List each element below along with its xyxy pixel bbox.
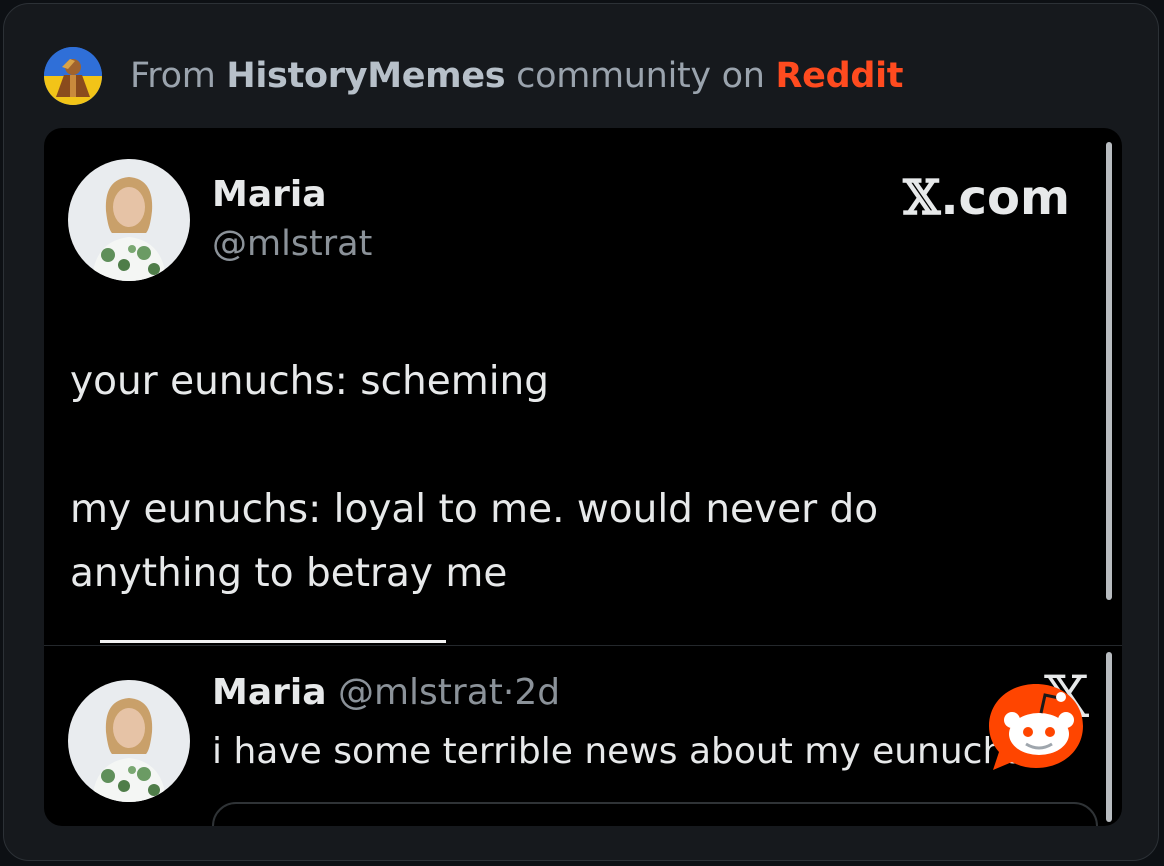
quoted-tweet-text: i have some terrible news about my eunuc… <box>212 731 1025 772</box>
quoted-profile-avatar[interactable] <box>68 680 190 802</box>
embedded-tweet-card[interactable]: Maria @mlstrat 𝕏.com your eunuchs: schem… <box>44 128 1122 826</box>
x-logo-suffix: .com <box>940 170 1070 226</box>
tweet-scrollbar[interactable] <box>1106 142 1112 600</box>
quoted-timestamp[interactable]: 2d <box>514 672 560 713</box>
tweet-text: your eunuchs: scheming my eunuchs: loyal… <box>70 359 879 596</box>
meta-separator: · <box>502 672 515 713</box>
reddit-embed-frame: From HistoryMemes community on Reddit Ma… <box>3 3 1159 861</box>
community-avatar-icon[interactable] <box>44 47 102 105</box>
profile-avatar[interactable] <box>68 159 190 281</box>
quoted-scrollbar[interactable] <box>1106 652 1112 822</box>
author-handle[interactable]: @mlstrat <box>212 224 372 264</box>
tab-indicator <box>100 640 446 643</box>
quoted-author-handle[interactable]: @mlstrat <box>338 672 503 713</box>
source-attribution: From HistoryMemes community on Reddit <box>130 56 904 96</box>
x-logo-icon: 𝕏 <box>903 170 941 226</box>
community-link[interactable]: HistoryMemes <box>226 56 505 96</box>
quoted-author-name[interactable]: Maria <box>212 672 327 713</box>
x-com-logo[interactable]: 𝕏.com <box>903 170 1070 226</box>
author-name[interactable]: Maria <box>212 174 327 215</box>
quoted-tweet-meta: Maria @mlstrat·2d <box>212 672 560 713</box>
source-header: From HistoryMemes community on Reddit <box>44 44 904 108</box>
divider <box>44 645 1122 646</box>
quoted-embed-card[interactable] <box>212 802 1098 826</box>
source-prefix: From <box>130 56 216 96</box>
reddit-snoo-icon <box>981 678 1091 774</box>
reddit-link[interactable]: Reddit <box>775 56 903 96</box>
source-middle: community on <box>516 56 765 96</box>
